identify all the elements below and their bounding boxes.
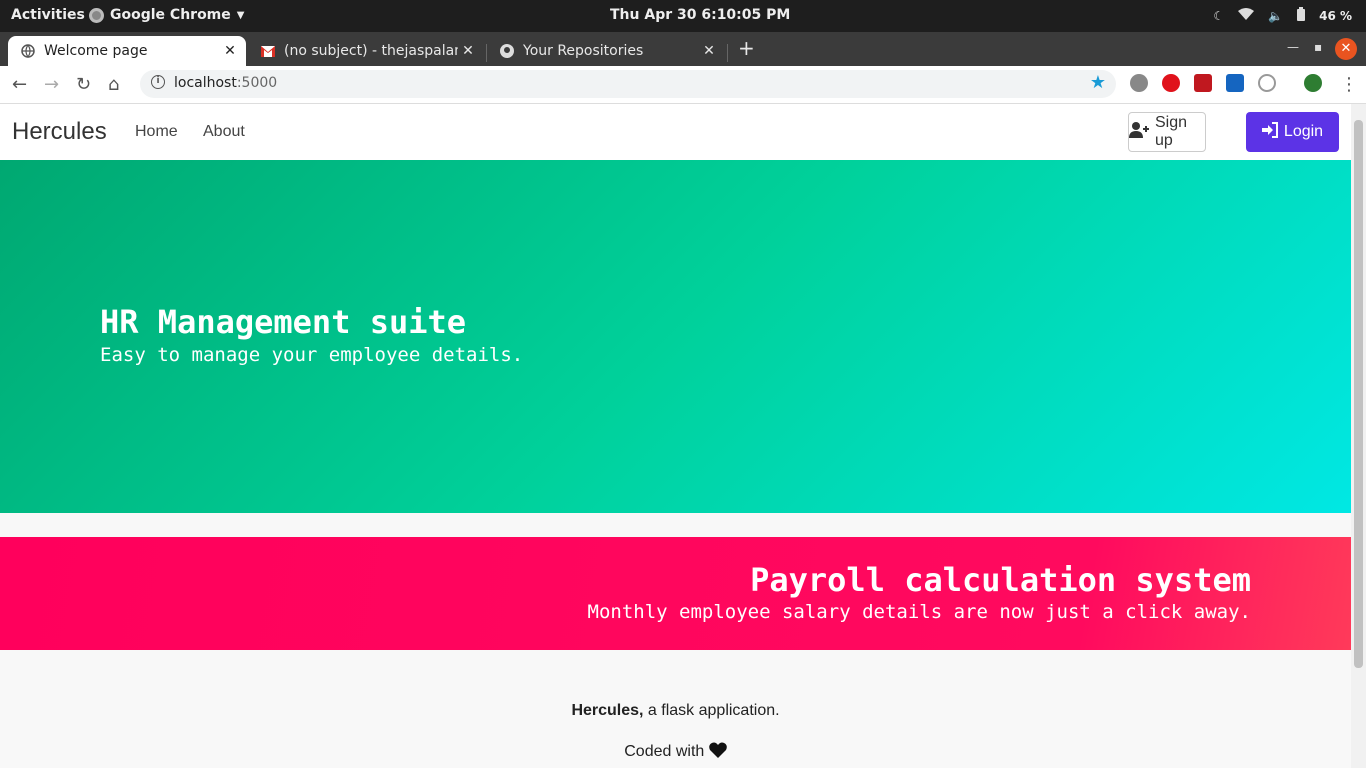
system-top-bar: Activities Google Chrome ▼ Thu Apr 30 6:…: [0, 0, 1366, 32]
footer-coded-with: Coded with: [0, 742, 1351, 761]
info-icon[interactable]: i: [151, 75, 165, 89]
nav-link-home[interactable]: Home: [135, 123, 178, 141]
system-tray[interactable]: ☾ 🔈 46 %: [1213, 7, 1352, 24]
app-menu-label: Google Chrome: [110, 7, 231, 23]
maximize-icon[interactable]: ▪: [1314, 40, 1322, 54]
tab-strip: Welcome page ✕ (no subject) - thejaspala…: [0, 32, 1366, 66]
app-menu[interactable]: Google Chrome ▼: [89, 7, 244, 23]
page-scrollbar[interactable]: [1351, 104, 1366, 768]
hr-management-hero: HR Management suite Easy to manage your …: [0, 160, 1351, 513]
close-icon[interactable]: ✕: [220, 43, 240, 59]
signup-label: Sign up: [1155, 114, 1188, 149]
forward-arrow-icon[interactable]: →: [44, 74, 59, 95]
extension-icon[interactable]: [1226, 74, 1244, 92]
footer-brand: Hercules,: [571, 702, 644, 719]
extension-icon[interactable]: [1258, 74, 1276, 92]
tab-welcome-page[interactable]: Welcome page ✕: [8, 36, 246, 66]
url-host: localhost: [174, 75, 237, 91]
new-tab-button[interactable]: +: [738, 36, 755, 60]
nav-link-about[interactable]: About: [203, 123, 245, 141]
signup-button[interactable]: Sign up: [1128, 112, 1206, 152]
site-brand[interactable]: Hercules: [12, 118, 107, 146]
browser-toolbar: ← → ↻ ⌂ i localhost:5000 ★: [0, 66, 1366, 104]
footer-description: a flask application.: [643, 702, 780, 719]
hero-heading: Payroll calculation system: [750, 561, 1251, 599]
minimize-icon[interactable]: —: [1287, 40, 1299, 54]
close-icon[interactable]: ✕: [458, 43, 478, 59]
hero-subheading: Easy to manage your employee details.: [100, 344, 524, 366]
chevron-down-icon: ▼: [236, 9, 245, 21]
tab-title: Your Repositories: [523, 43, 644, 59]
globe-icon: [20, 43, 36, 59]
login-button[interactable]: Login: [1246, 112, 1339, 152]
battery-percent: 46 %: [1319, 8, 1352, 23]
url-text[interactable]: localhost:5000: [174, 75, 277, 91]
reload-icon[interactable]: ↻: [76, 74, 91, 95]
tab-title: Welcome page: [44, 43, 148, 59]
heart-icon: [708, 742, 727, 760]
address-bar[interactable]: i localhost:5000 ★: [140, 70, 1116, 98]
clock[interactable]: Thu Apr 30 6:10:05 PM: [610, 7, 790, 23]
site-footer: Hercules, a flask application. Coded wit…: [0, 650, 1351, 768]
sign-in-icon: [1261, 121, 1278, 143]
login-label: Login: [1283, 123, 1324, 140]
site-navbar: Hercules Home About Sign up Login: [0, 104, 1351, 160]
bookmark-star-icon[interactable]: ★: [1090, 72, 1106, 93]
coded-with-label: Coded with: [624, 743, 705, 760]
battery-icon: [1297, 7, 1306, 24]
night-light-icon: ☾: [1213, 8, 1225, 23]
github-icon: [499, 43, 515, 59]
url-port: :5000: [236, 75, 278, 91]
extension-icon[interactable]: [1130, 74, 1148, 92]
chrome-icon: [89, 7, 104, 23]
page-viewport: Hercules Home About Sign up Login HR Man…: [0, 104, 1351, 768]
footer-tagline: Hercules, a flask application.: [0, 702, 1351, 720]
profile-avatar[interactable]: [1304, 74, 1322, 92]
user-plus-icon: [1129, 121, 1149, 143]
tab-gmail[interactable]: (no subject) - thejaspalani ✕: [248, 36, 484, 66]
scrollbar-thumb[interactable]: [1354, 120, 1363, 668]
back-arrow-icon[interactable]: ←: [12, 74, 27, 95]
extension-icon[interactable]: [1162, 74, 1180, 92]
window-close-button[interactable]: ✕: [1335, 38, 1357, 60]
hero-subheading: Monthly employee salary details are now …: [587, 601, 1251, 623]
tab-separator: [727, 44, 728, 62]
hero-heading: HR Management suite: [100, 303, 467, 341]
payroll-hero: Payroll calculation system Monthly emplo…: [0, 537, 1351, 650]
close-icon[interactable]: ✕: [699, 43, 719, 59]
tab-your-repositories[interactable]: Your Repositories ✕: [487, 36, 725, 66]
activities-button[interactable]: Activities: [11, 7, 85, 23]
home-icon[interactable]: ⌂: [108, 74, 119, 95]
wifi-icon: [1238, 8, 1255, 23]
gmail-icon: [260, 43, 276, 59]
extension-icon[interactable]: [1194, 74, 1212, 92]
more-menu-icon[interactable]: ⋮: [1340, 74, 1358, 95]
tab-title: (no subject) - thejaspalani: [284, 43, 458, 59]
volume-icon: 🔈: [1268, 8, 1284, 23]
